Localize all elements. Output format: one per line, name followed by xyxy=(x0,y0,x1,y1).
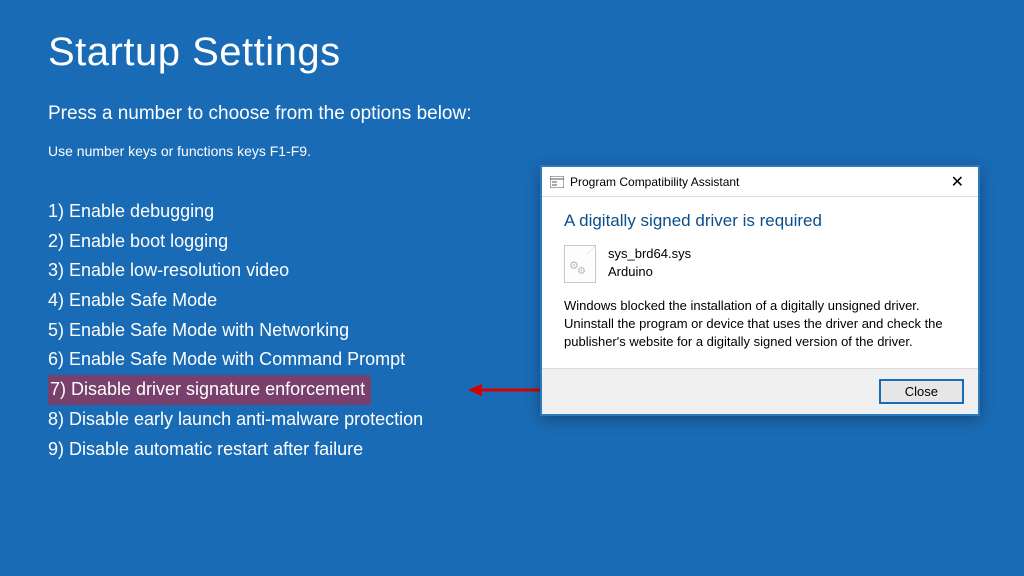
option-8[interactable]: 8) Disable early launch anti-malware pro… xyxy=(48,405,423,435)
arrow-icon xyxy=(468,383,546,397)
option-1[interactable]: 1) Enable debugging xyxy=(48,197,214,227)
close-button[interactable]: Close xyxy=(879,379,964,404)
option-7-highlighted[interactable]: 7) Disable driver signature enforcement xyxy=(48,375,371,405)
option-9[interactable]: 9) Disable automatic restart after failu… xyxy=(48,435,363,465)
dialog-titlebar[interactable]: Program Compatibility Assistant ✕ xyxy=(542,167,978,197)
dialog-message: Windows blocked the installation of a di… xyxy=(564,297,956,352)
dialog-heading: A digitally signed driver is required xyxy=(564,211,956,231)
subtitle: Press a number to choose from the option… xyxy=(0,75,1024,125)
file-info: sys_brd64.sys Arduino xyxy=(608,245,691,280)
page-title: Startup Settings xyxy=(0,0,1024,75)
option-2[interactable]: 2) Enable boot logging xyxy=(48,227,228,257)
option-4[interactable]: 4) Enable Safe Mode xyxy=(48,286,217,316)
file-name: sys_brd64.sys xyxy=(608,245,691,263)
hint-text: Use number keys or functions keys F1-F9. xyxy=(0,125,1024,159)
file-vendor: Arduino xyxy=(608,263,691,281)
close-icon[interactable]: ✕ xyxy=(945,171,970,193)
gear-icon: ⚙ xyxy=(577,266,586,277)
option-3[interactable]: 3) Enable low-resolution video xyxy=(48,256,289,286)
file-row: ⚙ ⚙ sys_brd64.sys Arduino xyxy=(564,245,956,283)
dialog-title: Program Compatibility Assistant xyxy=(570,175,739,189)
dialog-footer: Close xyxy=(542,368,978,414)
option-6[interactable]: 6) Enable Safe Mode with Command Prompt xyxy=(48,345,405,375)
program-icon xyxy=(550,176,564,188)
file-icon: ⚙ ⚙ xyxy=(564,245,596,283)
compatibility-dialog: Program Compatibility Assistant ✕ A digi… xyxy=(540,165,980,416)
option-5[interactable]: 5) Enable Safe Mode with Networking xyxy=(48,316,349,346)
dialog-body: A digitally signed driver is required ⚙ … xyxy=(542,197,978,368)
